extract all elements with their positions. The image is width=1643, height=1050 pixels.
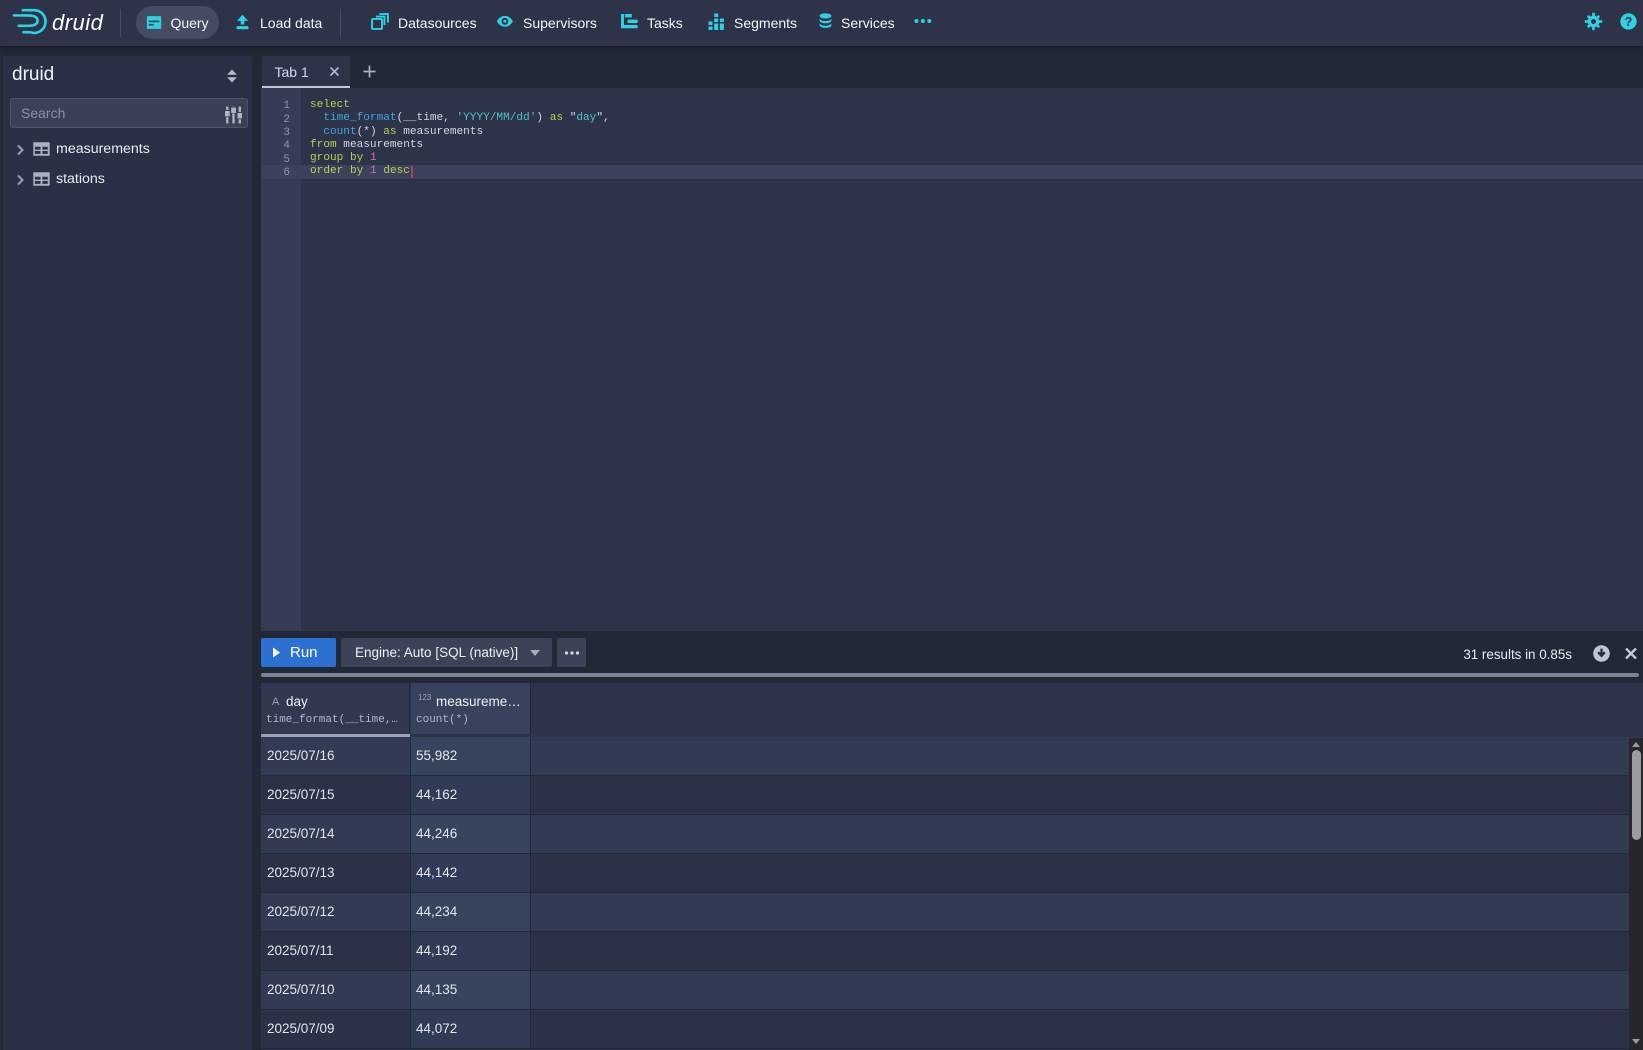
svg-text:?: ? [1625,15,1633,29]
